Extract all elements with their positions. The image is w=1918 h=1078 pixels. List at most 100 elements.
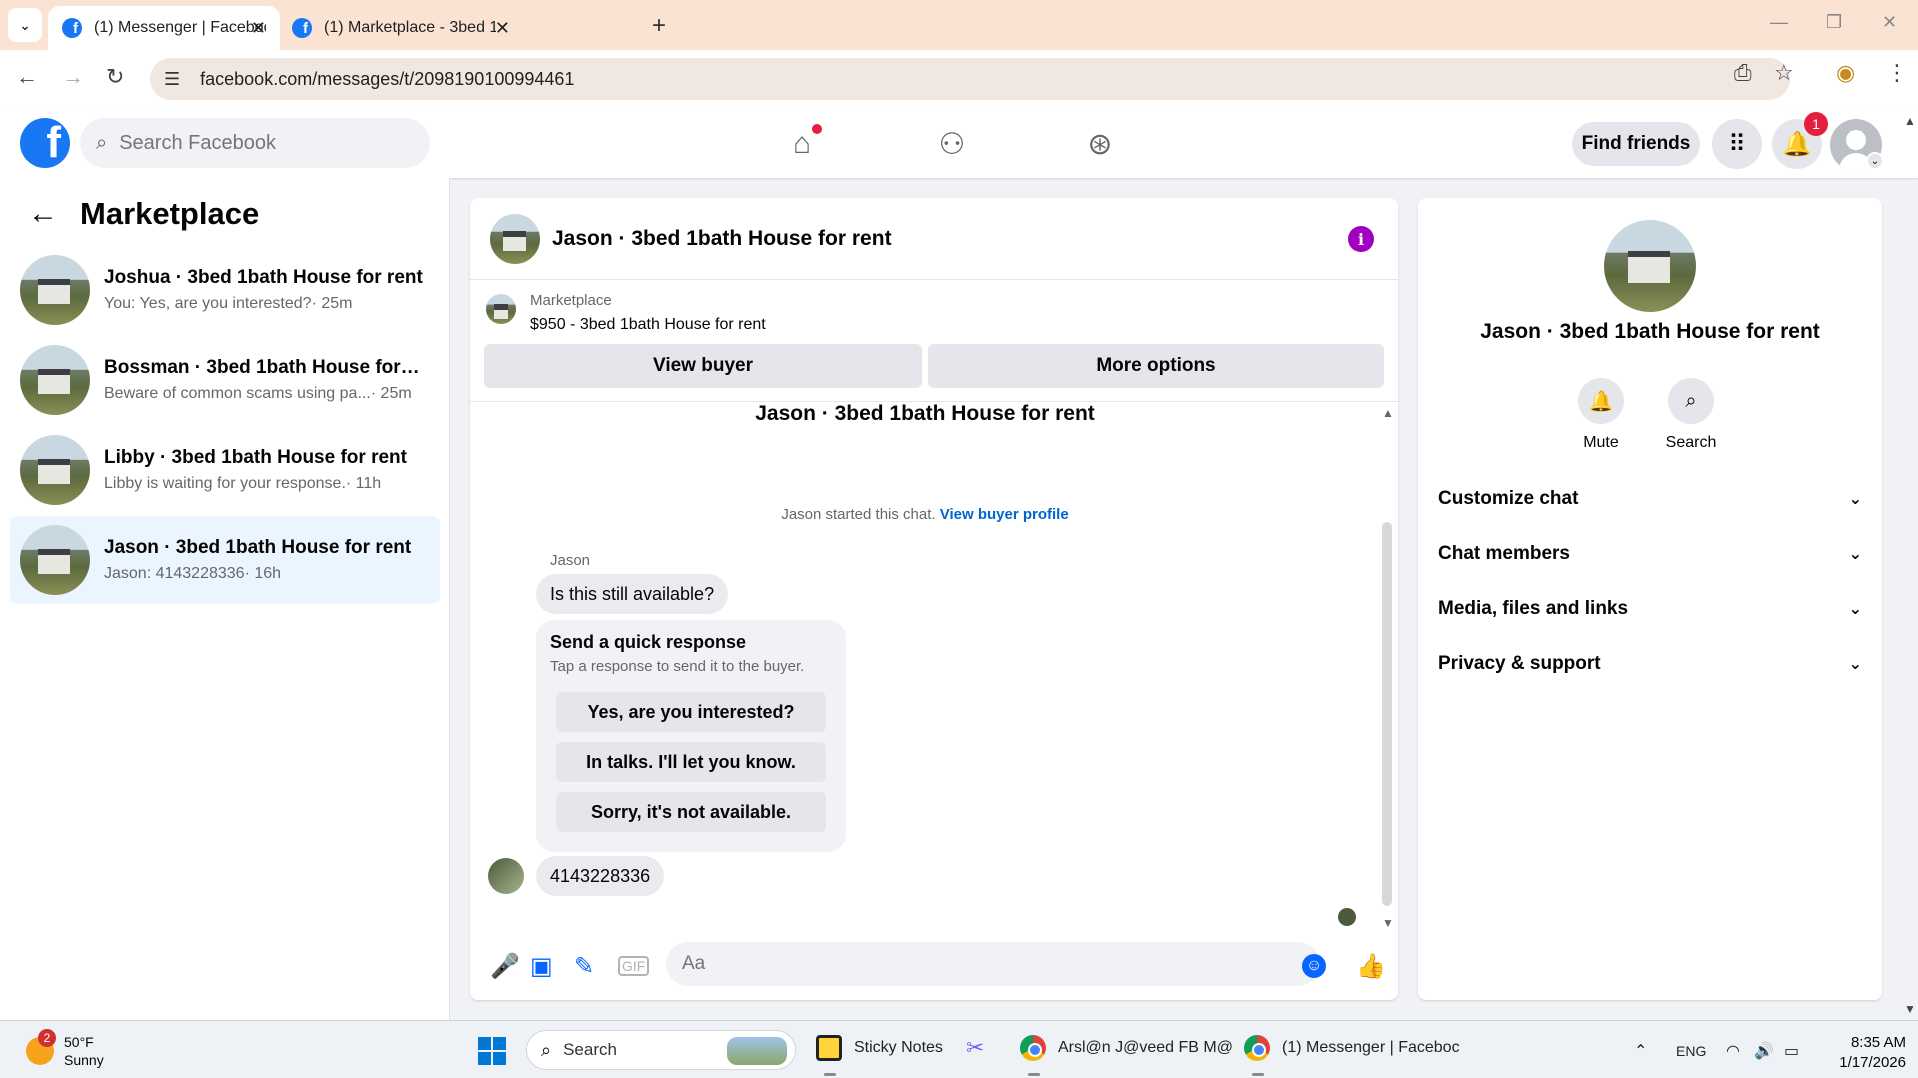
quick-reply-button[interactable]: In talks. I'll let you know. — [556, 742, 826, 782]
search-icon: ⌕ — [541, 1039, 552, 1060]
chat-scrollbar[interactable] — [1382, 522, 1392, 906]
battery-icon[interactable]: ▭ — [1784, 1041, 1799, 1061]
customize-chat-row[interactable]: Customize chat ⌄ — [1438, 484, 1862, 514]
conversation-preview: You: Yes, are you interested? — [104, 295, 312, 312]
message-bubble[interactable]: Is this still available? — [536, 574, 729, 614]
url-omnibox[interactable]: ☰ facebook.com/messages/t/20981901009944… — [150, 58, 1790, 100]
menu-grid-icon[interactable]: ⠿ — [1712, 119, 1762, 169]
friends-icon[interactable]: ⚇ — [930, 122, 974, 166]
minimize-icon[interactable]: — — [1770, 12, 1788, 33]
conversation-preview: Jason: 4143228336 — [104, 565, 245, 582]
taskbar-chrome-window-1[interactable]: Arsl@n J@veed FB M@ — [1020, 1035, 1233, 1061]
close-tab-icon[interactable]: ✕ — [251, 18, 266, 39]
page-title: Marketplace — [80, 196, 260, 231]
scroll-down-icon[interactable]: ▼ — [1382, 916, 1394, 930]
thread-title: Jason · 3bed 1bath House for rent — [755, 402, 1095, 425]
install-app-icon[interactable]: ⎙ — [1734, 60, 1752, 86]
conversation-item-active[interactable]: Jason · 3bed 1bath House for rent Jason:… — [10, 516, 440, 604]
groups-icon[interactable]: ⊛ — [1078, 122, 1122, 166]
reload-icon[interactable]: ↻ — [106, 64, 124, 90]
browser-address-bar: ← → ↻ ☰ facebook.com/messages/t/20981901… — [0, 50, 1918, 108]
marketplace-conversation-list: ← Marketplace Joshua · 3bed 1bath House … — [0, 178, 450, 1020]
privacy-support-row[interactable]: Privacy & support ⌄ — [1438, 649, 1862, 679]
chat-started-notice: Jason started this chat. View buyer prof… — [781, 506, 1069, 523]
forward-arrow-icon[interactable]: → — [62, 64, 84, 90]
view-buyer-button[interactable]: View buyer — [484, 344, 922, 388]
taskbar-snipping-tool[interactable]: ✂ — [966, 1035, 1004, 1061]
conversation-item[interactable]: Joshua · 3bed 1bath House for rent You: … — [10, 246, 440, 334]
chevron-down-icon: ⌄ — [1848, 601, 1862, 618]
weather-widget[interactable]: 2 50°F Sunny — [26, 1029, 104, 1069]
chevron-down-icon: ⌄ — [1848, 656, 1862, 673]
media-files-links-row[interactable]: Media, files and links ⌄ — [1438, 594, 1862, 624]
chat-title[interactable]: Jason · 3bed 1bath House for rent — [552, 227, 892, 251]
tab-messenger[interactable]: f (1) Messenger | Facebook ✕ — [48, 6, 280, 50]
search-action[interactable]: ⌕ Search — [1646, 378, 1736, 452]
menu-kebab-icon[interactable]: ⋮ — [1886, 60, 1908, 86]
conversation-item[interactable]: Libby · 3bed 1bath House for rent Libby … — [10, 426, 440, 514]
conversation-time: · 25m — [311, 295, 353, 312]
back-arrow-icon[interactable]: ← — [16, 64, 38, 90]
view-buyer-profile-link[interactable]: View buyer profile — [940, 506, 1069, 523]
site-info-icon[interactable]: ☰ — [164, 69, 180, 90]
facebook-search-input[interactable] — [119, 131, 400, 155]
conversation-time: · 25m — [370, 385, 412, 402]
sticky-notes-icon — [816, 1035, 842, 1061]
sender-avatar[interactable] — [488, 858, 524, 894]
mute-action[interactable]: 🔔 Mute — [1556, 378, 1646, 452]
bookmark-star-icon[interactable]: ☆ — [1774, 60, 1794, 86]
profile-icon[interactable]: ◉ — [1836, 60, 1855, 86]
search-icon: ⌕ — [96, 131, 108, 154]
microphone-icon[interactable]: 🎤 — [490, 952, 520, 981]
conversation-preview: Libby is waiting for your response. — [104, 475, 346, 492]
facebook-search[interactable]: ⌕ — [80, 118, 430, 168]
more-options-button[interactable]: More options — [928, 344, 1384, 388]
emoji-icon[interactable]: ☺ — [1302, 954, 1326, 978]
scroll-up-icon[interactable]: ▲ — [1382, 406, 1394, 420]
new-tab-icon[interactable]: + — [652, 12, 666, 40]
photo-icon[interactable]: ▣ — [530, 952, 553, 981]
details-title: Jason · 3bed 1bath House for rent — [1480, 320, 1820, 343]
find-friends-button[interactable]: Find friends — [1572, 122, 1700, 166]
chevron-down-icon: ⌄ — [19, 16, 31, 33]
taskbar-chrome-window-2[interactable]: (1) Messenger | Faceboc — [1244, 1035, 1460, 1061]
tab-search-button[interactable]: ⌄ — [8, 8, 42, 42]
details-avatar — [1604, 220, 1696, 312]
chat-members-row[interactable]: Chat members ⌄ — [1438, 539, 1862, 569]
taskbar-sticky-notes[interactable]: Sticky Notes — [816, 1035, 943, 1061]
restore-icon[interactable]: ❐ — [1826, 12, 1842, 33]
thumbs-up-icon[interactable]: 👍 — [1356, 952, 1386, 981]
gif-icon[interactable]: GIF — [618, 956, 650, 976]
listing-price[interactable]: $950 - 3bed 1bath House for rent — [530, 316, 766, 334]
page-scroll-down-icon[interactable]: ▼ — [1904, 1002, 1916, 1016]
back-arrow-icon[interactable]: ← — [28, 197, 58, 231]
search-highlight-art — [727, 1037, 787, 1065]
sticker-icon[interactable]: ✎ — [574, 952, 594, 981]
chat-listing-avatar[interactable] — [490, 213, 540, 264]
account-chevron-icon[interactable]: ⌄ — [1866, 152, 1884, 170]
taskbar-search[interactable]: ⌕ Search — [526, 1030, 796, 1070]
close-tab-icon[interactable]: ✕ — [495, 18, 510, 39]
facebook-logo[interactable]: f — [20, 118, 70, 168]
chrome-icon — [1244, 1035, 1270, 1061]
conversation-preview: Beware of common scams using pa... — [104, 385, 371, 402]
show-hidden-icons-icon[interactable]: ⌃ — [1634, 1041, 1647, 1061]
conversation-item[interactable]: Bossman · 3bed 1bath House for r... Bewa… — [10, 336, 440, 424]
facebook-favicon-icon: f — [292, 18, 312, 38]
info-icon[interactable]: i — [1348, 226, 1374, 252]
window-close-icon[interactable]: ✕ — [1882, 12, 1897, 33]
quick-reply-button[interactable]: Yes, are you interested? — [556, 692, 826, 732]
bell-icon[interactable]: 🔔 — [1578, 378, 1624, 424]
tab-marketplace[interactable]: f (1) Marketplace - 3bed 1bath H ✕ — [278, 6, 524, 50]
search-icon[interactable]: ⌕ — [1668, 378, 1714, 424]
wifi-icon[interactable]: ◠ — [1726, 1041, 1740, 1061]
message-input[interactable] — [666, 942, 1320, 986]
language-indicator[interactable]: ENG — [1676, 1043, 1706, 1059]
system-clock[interactable]: 8:35 AM 1/17/2026 — [1826, 1033, 1906, 1073]
page-scroll-up-icon[interactable]: ▲ — [1904, 114, 1916, 128]
quick-reply-button[interactable]: Sorry, it's not available. — [556, 792, 826, 832]
volume-icon[interactable]: 🔊 — [1754, 1041, 1774, 1061]
windows-start-icon[interactable] — [478, 1037, 506, 1065]
listing-thumbnail — [20, 345, 90, 415]
message-bubble[interactable]: 4143228336 — [536, 856, 665, 896]
